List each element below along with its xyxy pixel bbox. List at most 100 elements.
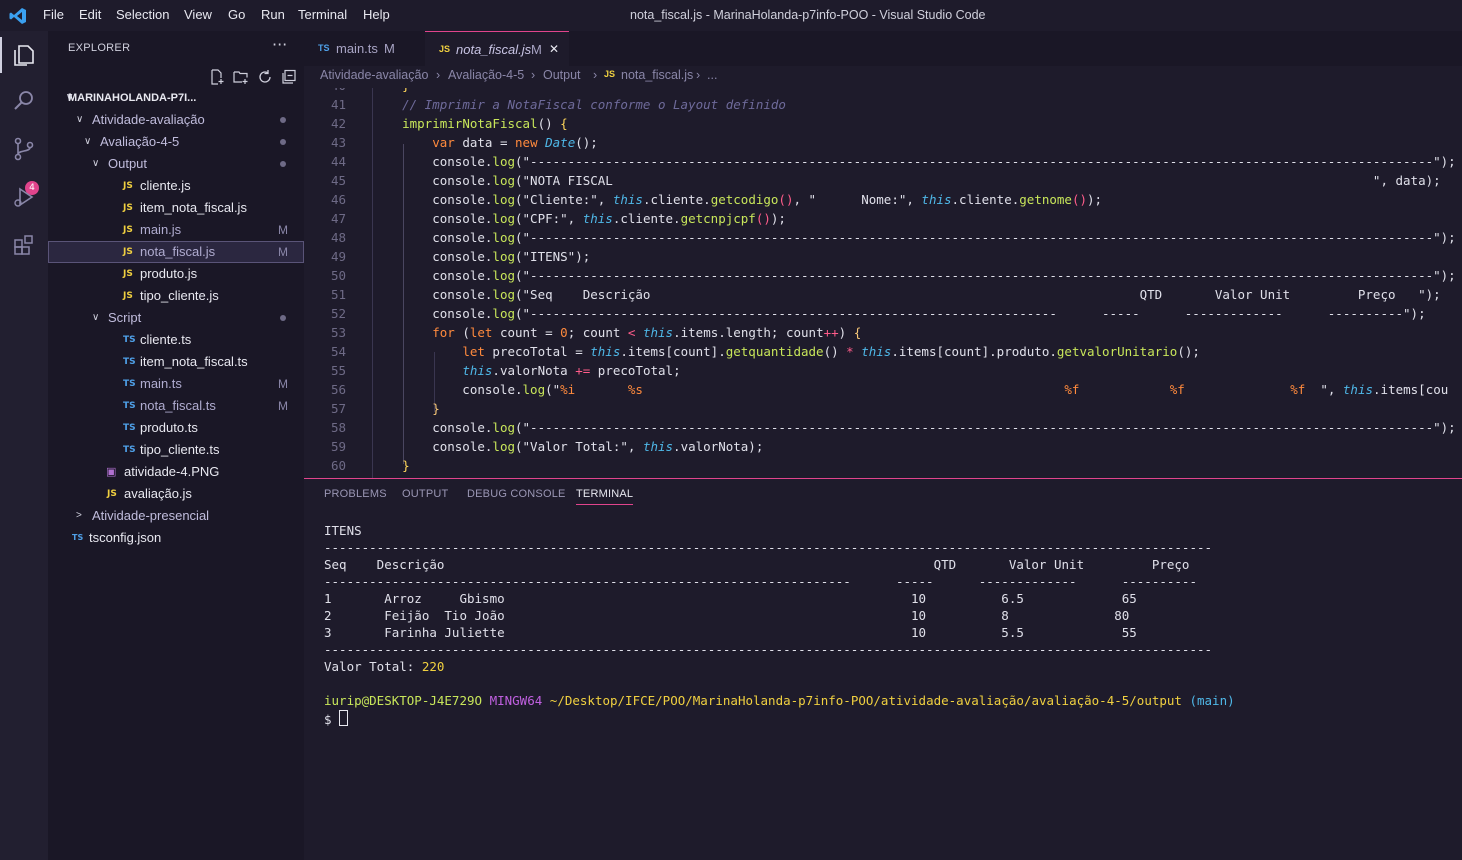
menu-go[interactable]: Go [228, 7, 245, 22]
code-line: console.log("---------------------------… [372, 154, 1456, 169]
code-token: .cliente. [951, 192, 1020, 207]
tree-folder[interactable]: ∨ MARINAHOLANDA-P7I... [48, 87, 304, 109]
vscode-logo-icon[interactable] [8, 6, 28, 26]
active-indicator [0, 37, 2, 73]
breadcrumb-item[interactable]: Output [543, 68, 581, 82]
tree-file[interactable]: JS produto.js [48, 263, 304, 285]
code-token: log [492, 173, 515, 188]
more-actions-icon[interactable]: ··· [272, 35, 287, 54]
close-tab-icon[interactable]: ✕ [549, 32, 559, 67]
tree-folder[interactable]: ∨ Avaliação-4-5 [48, 131, 304, 153]
collapse-all-icon[interactable] [281, 69, 297, 85]
tree-folder[interactable]: ∨ Output [48, 153, 304, 175]
chevron-down-icon[interactable]: ∨ [92, 153, 99, 175]
code-line: console.log("Cliente:", this.cliente.get… [372, 192, 1102, 207]
breadcrumb-item[interactable]: ... [707, 68, 717, 82]
line-number: 51 [330, 287, 346, 302]
menu-selection[interactable]: Selection [116, 7, 169, 22]
chevron-right-icon[interactable]: > [76, 505, 82, 527]
menu-help[interactable]: Help [363, 7, 390, 22]
menu-run[interactable]: Run [261, 7, 285, 22]
code-token: ("CPF:", [515, 211, 583, 226]
javascript-file-icon: JS [123, 181, 133, 191]
valor-total-label: Valor Total: [324, 659, 422, 674]
source-control-icon[interactable] [10, 135, 38, 163]
breadcrumb-item[interactable]: Atividade-avaliação [320, 68, 428, 82]
tree-file[interactable]: TS nota_fiscal.ts M [48, 395, 304, 417]
breadcrumb-item[interactable]: nota_fiscal.js [621, 68, 693, 82]
code-token: { [560, 116, 568, 131]
prompt-path: ~/Desktop/IFCE/POO/MarinaHolanda-p7info-… [549, 693, 1182, 708]
modified-badge: M [531, 42, 542, 57]
tree-label: MARINAHOLANDA-P7I... [68, 92, 197, 104]
chevron-down-icon[interactable]: ∨ [76, 109, 83, 131]
code-line: console.log("---------------------------… [372, 420, 1456, 435]
code-token: this [642, 325, 674, 340]
menu-edit[interactable]: Edit [79, 7, 101, 22]
code-token: console. [372, 420, 493, 435]
tab-terminal[interactable]: TERMINAL [576, 488, 634, 505]
line-number: 56 [330, 382, 346, 397]
terminal-line: ----------------------------------------… [324, 574, 1197, 589]
activity-bar: 4 [0, 31, 48, 860]
line-number: 43 [330, 135, 346, 150]
refresh-icon[interactable] [257, 69, 273, 85]
tree-file[interactable]: JS tipo_cliente.js [48, 285, 304, 307]
code-token: .valorNota); [673, 439, 764, 454]
chevron-down-icon[interactable]: ∨ [92, 307, 99, 329]
tab-output[interactable]: OUTPUT [402, 488, 448, 500]
tree-file[interactable]: JS cliente.js [48, 175, 304, 197]
tree-folder[interactable]: ∨ Atividade-avaliação [48, 109, 304, 131]
code-editor[interactable]: 40 } 41 // Imprimir a NotaFiscal conforme… [304, 88, 1462, 478]
tree-file[interactable]: JS item_nota_fiscal.js [48, 197, 304, 219]
menu-file[interactable]: File [43, 7, 64, 22]
tree-label: Avaliação-4-5 [100, 134, 180, 149]
tree-folder[interactable]: ∨ Script [48, 307, 304, 329]
tab-main-ts[interactable]: TS main.ts M [304, 31, 421, 66]
menu-view[interactable]: View [184, 7, 212, 22]
terminal-input-line[interactable]: $ [324, 710, 349, 727]
terminal-line: 2 Feijão Tio João 10 8 80 [324, 608, 1130, 623]
code-token: ("NOTA FISCAL ", data); [515, 173, 1441, 188]
code-token: let [469, 325, 493, 340]
tree-label: Atividade-avaliação [92, 112, 205, 127]
search-icon[interactable] [10, 87, 38, 115]
tree-file[interactable]: ▣ atividade-4.PNG [48, 461, 304, 483]
code-token: ++ [823, 325, 839, 340]
tab-debug-console[interactable]: DEBUG CONSOLE [467, 488, 566, 500]
tree-file[interactable]: TS cliente.ts [48, 329, 304, 351]
code-token: console. [372, 230, 493, 245]
code-line: imprimirNotaFiscal() { [372, 116, 568, 131]
code-token: .cliente. [612, 211, 681, 226]
code-token: %f [1169, 382, 1185, 397]
code-token: log [492, 439, 515, 454]
terminal-line: ----------------------------------------… [324, 540, 1213, 555]
breadcrumb: Atividade-avaliação › Avaliação-4-5 › Ou… [304, 66, 1462, 88]
new-file-icon[interactable] [209, 69, 225, 85]
menu-terminal[interactable]: Terminal [298, 7, 347, 22]
git-changes-dot [280, 161, 286, 167]
chevron-right-icon: › [531, 68, 536, 82]
tree-file[interactable]: TS tsconfig.json [48, 527, 304, 549]
tree-file[interactable]: TS produto.ts [48, 417, 304, 439]
tree-file[interactable]: TS main.ts M [48, 373, 304, 395]
tree-file[interactable]: JS avaliação.js [48, 483, 304, 505]
tree-file[interactable]: JS main.js M [48, 219, 304, 241]
breadcrumb-item[interactable]: Avaliação-4-5 [448, 68, 524, 82]
code-line: var data = new Date(); [372, 135, 598, 150]
tab-nota-fiscal-js[interactable]: JS nota_fiscal.js M ✕ [425, 31, 569, 67]
new-folder-icon[interactable] [233, 69, 249, 85]
tree-file[interactable]: JS nota_fiscal.js M [48, 241, 304, 263]
terminal-line: ITENS [324, 523, 362, 538]
tab-problems[interactable]: PROBLEMS [324, 488, 387, 500]
tree-folder[interactable]: > Atividade-presencial [48, 505, 304, 527]
tree-file[interactable]: TS tipo_cliente.ts [48, 439, 304, 461]
explorer-files-icon[interactable] [10, 41, 38, 69]
extensions-icon[interactable] [10, 231, 38, 259]
chevron-down-icon[interactable]: ∨ [84, 131, 91, 153]
run-debug-icon[interactable] [10, 183, 38, 211]
code-token: ("Seq Descrição QTD Valor Unit Preço "); [515, 287, 1441, 302]
tree-file[interactable]: TS item_nota_fiscal.ts [48, 351, 304, 373]
